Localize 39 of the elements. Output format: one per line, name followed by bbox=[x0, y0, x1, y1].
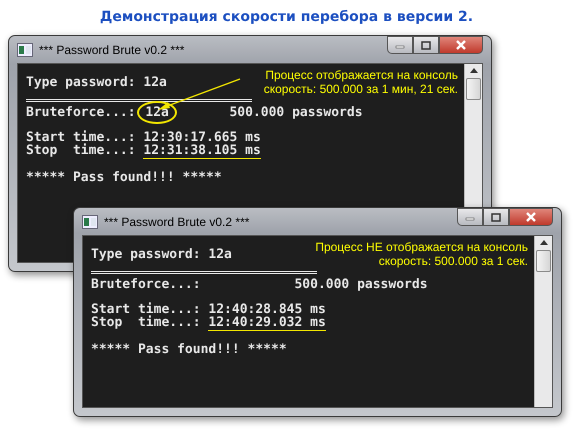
console-line: Start time...: bbox=[91, 303, 202, 316]
console-app-icon bbox=[17, 42, 33, 56]
console-line: 500.000 passwords bbox=[294, 278, 428, 291]
minimize-button[interactable] bbox=[387, 36, 413, 54]
maximize-icon bbox=[491, 212, 501, 222]
window-title: *** Password Brute v0.2 *** bbox=[104, 214, 250, 228]
console-line: 500.000 passwords bbox=[229, 106, 363, 119]
close-button[interactable] bbox=[509, 208, 553, 226]
annotation-text: скорость: 500.000 за 1 мин, 21 сек. bbox=[264, 82, 458, 96]
console-line: 12:30:17.665 ms bbox=[143, 131, 261, 144]
scroll-up-icon[interactable] bbox=[540, 240, 548, 245]
underlined-value: 12:40:29.032 ms bbox=[208, 316, 326, 331]
scroll-up-icon[interactable] bbox=[470, 68, 478, 73]
console-line: Type password: 12a bbox=[26, 76, 167, 89]
underlined-value: 12:31:38.105 ms bbox=[143, 144, 261, 159]
close-icon bbox=[455, 40, 467, 50]
console-line: Type password: 12a bbox=[91, 248, 232, 261]
close-button[interactable] bbox=[439, 36, 483, 54]
console-line: Stop time...: bbox=[91, 316, 202, 331]
console-line: Stop time...: bbox=[26, 144, 137, 159]
maximize-button[interactable] bbox=[483, 208, 509, 226]
maximize-icon bbox=[421, 40, 431, 50]
page-heading: Демонстрация скорости перебора в версии 2. bbox=[98, 8, 474, 25]
minimize-button[interactable] bbox=[457, 208, 483, 226]
console-line: 12:40:28.845 ms bbox=[208, 303, 326, 316]
window-title: *** Password Brute v0.2 *** bbox=[39, 42, 186, 56]
close-icon bbox=[525, 212, 537, 222]
scroll-thumb[interactable] bbox=[466, 78, 481, 100]
console-line: ***** Pass found!!! ***** bbox=[91, 343, 287, 356]
annotation-text: скорость: 500.000 за 1 сек. bbox=[378, 254, 528, 268]
annotation-text: Процесс отображается на консоль bbox=[265, 68, 458, 82]
console-line: Bruteforce...: bbox=[91, 278, 202, 291]
maximize-button[interactable] bbox=[413, 36, 439, 54]
console-app-icon bbox=[82, 214, 98, 228]
scroll-thumb[interactable] bbox=[536, 250, 551, 272]
annotation-text: Процесс НЕ отображается на консоль bbox=[315, 240, 528, 254]
console-line: Bruteforce...: bbox=[26, 106, 137, 119]
console-line: ***** Pass found!!! ***** bbox=[26, 171, 222, 184]
console-line: Start time...: bbox=[26, 131, 137, 144]
